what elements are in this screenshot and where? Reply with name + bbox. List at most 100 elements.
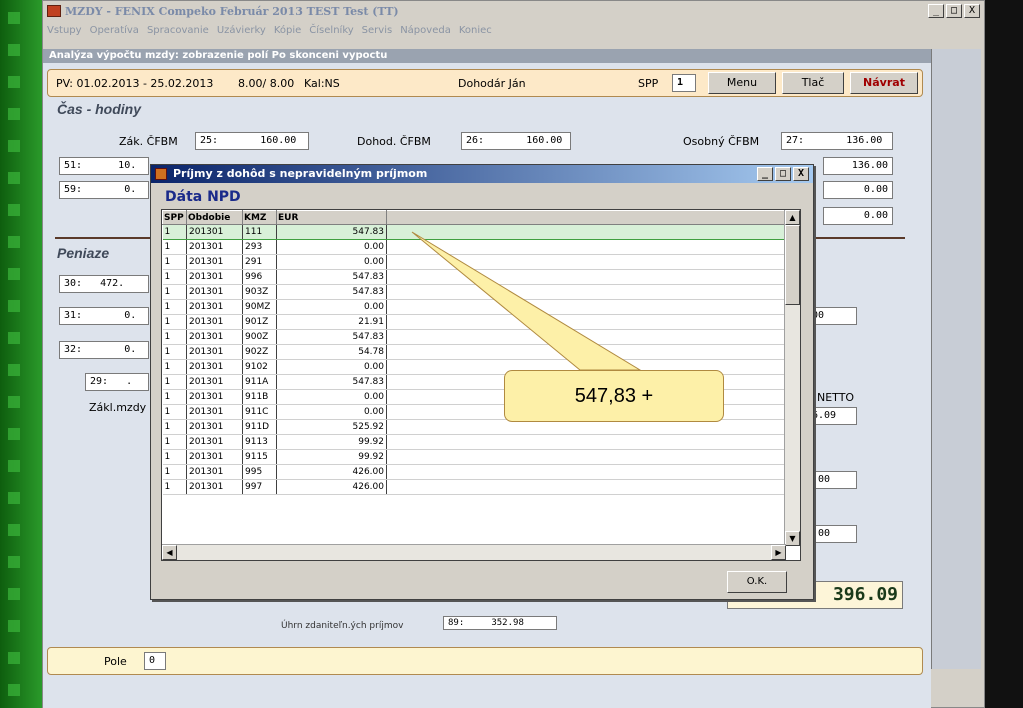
scroll-up-icon[interactable]: ▲ [785,210,800,225]
title-bar: MZDY - FENIX Compeko Február 2013 TEST T… [43,1,984,21]
col-empty [386,210,787,225]
col-spp[interactable]: SPP [162,210,187,225]
field-59[interactable]: 59: 0. [59,181,149,199]
menu-kopie[interactable]: Kópie [274,25,301,36]
minimize-button[interactable]: _ [928,4,944,18]
table-row[interactable]: 1 201301 997 426.00 [162,479,787,495]
zak-cfbm-label: Zák. ČFBM [119,135,178,148]
field-32[interactable]: 32: 0. [59,341,149,359]
decor-square [8,204,20,216]
dialog-close-button[interactable]: X [793,167,809,181]
netto-field[interactable]: 6.09 [807,407,857,425]
decor-square [8,556,20,568]
zak-cfbm-field[interactable]: 25: 160.00 [195,132,309,150]
scroll-thumb[interactable] [785,225,800,305]
cell-kmz: 901Z [242,314,277,330]
period-bar: PV: 01.02.2013 - 25.02.2013 8.00/ 8.00 K… [47,69,923,97]
cell-kmz: 911B [242,389,277,405]
cell-kmz: 995 [242,464,277,480]
menu-spracovanie[interactable]: Spracovanie [147,25,209,36]
field-row4-right[interactable]: 0.00 [823,207,893,225]
cell-kmz: 911A [242,374,277,390]
cell-spp: 1 [162,329,187,345]
menu-servis[interactable]: Servis [362,25,393,36]
scroll-left-icon[interactable]: ◀ [162,545,177,560]
pole-input[interactable]: 0 [144,652,166,670]
decor-square [8,140,20,152]
cell-spp: 1 [162,404,187,420]
return-button[interactable]: Návrat [850,72,918,94]
app-icon [47,5,61,17]
scroll-right-icon[interactable]: ▶ [771,545,786,560]
menu-uzavierky[interactable]: Uzávierky [217,25,266,36]
decor-square [8,620,20,632]
table-row[interactable]: 1 201301 9115 99.92 [162,449,787,465]
field-31[interactable]: 31: 0. [59,307,149,325]
cell-eur: 21.91 [276,314,387,330]
cell-empty [386,479,787,495]
scroll-down-icon[interactable]: ▼ [785,531,800,546]
spp-input[interactable]: 1 [672,74,696,92]
menu-bar: Vstupy Operatíva Spracovanie Uzávierky K… [43,21,984,39]
cell-spp: 1 [162,269,187,285]
ok-button[interactable]: O.K. [727,571,787,593]
horizontal-scrollbar[interactable]: ◀ ▶ [162,544,786,560]
field-row2-right[interactable]: 136.00 [823,157,893,175]
cell-kmz: 9102 [242,359,277,375]
cell-spp: 1 [162,254,187,270]
decor-square [8,12,20,24]
osobny-cfbm-field[interactable]: 27: 136.00 [781,132,893,150]
cell-eur: 0.00 [276,389,387,405]
cell-kmz: 996 [242,269,277,285]
menu-button[interactable]: Menu [708,72,776,94]
cell-obdobie: 201301 [186,314,243,330]
col-eur[interactable]: EUR [276,210,387,225]
field-30[interactable]: 30: 472. [59,275,149,293]
field-row3-right[interactable]: 0.00 [823,181,893,199]
print-button[interactable]: Tlač [782,72,844,94]
cell-eur: 0.00 [276,359,387,375]
cell-obdobie: 201301 [186,404,243,420]
subheader: Analýza výpočtu mzdy: zobrazenie polí Po… [43,49,931,63]
maximize-button[interactable]: □ [946,4,962,18]
kal-text: Kal:NS [304,77,340,90]
cell-spp: 1 [162,464,187,480]
col-kmz[interactable]: KMZ [242,210,277,225]
cell-eur: 525.92 [276,419,387,435]
field-51[interactable]: 51: 10. [59,157,149,175]
decor-square [8,588,20,600]
field-right-r1[interactable]: 00 [807,307,857,325]
cell-spp: 1 [162,449,187,465]
hidden-field-89[interactable]: 89: 352.98 [443,616,557,630]
callout-note: 547,83 + [504,370,724,422]
pole-label: Pole [104,655,127,668]
dialog-maximize-button[interactable]: □ [775,167,791,181]
col-obdobie[interactable]: Obdobie [186,210,243,225]
close-button[interactable]: X [964,4,980,18]
field-right-r2[interactable]: .00 [807,471,857,489]
dohod-cfbm-label: Dohod. ČFBM [357,135,431,148]
menu-vstupy[interactable]: Vstupy [47,25,82,36]
period-text: PV: 01.02.2013 - 25.02.2013 [56,77,214,90]
dialog-minimize-button[interactable]: _ [757,167,773,181]
field-right-r3[interactable]: .00 [807,525,857,543]
cell-eur: 0.00 [276,254,387,270]
table-row[interactable]: 1 201301 995 426.00 [162,464,787,480]
dohod-cfbm-field[interactable]: 26: 160.00 [461,132,571,150]
menu-ciselniky[interactable]: Číselníky [309,25,353,36]
cell-spp: 1 [162,344,187,360]
menu-koniec[interactable]: Koniec [459,25,492,36]
cell-kmz: 902Z [242,344,277,360]
table-row[interactable]: 1 201301 9113 99.92 [162,434,787,450]
spp-label: SPP [638,77,659,90]
netto-label: NETTO [817,391,855,404]
menu-operativa[interactable]: Operatíva [90,25,139,36]
cell-spp: 1 [162,284,187,300]
field-29[interactable]: 29: . [85,373,149,391]
hours-text: 8.00/ 8.00 [238,77,295,90]
vertical-scrollbar[interactable]: ▲ ▼ [784,210,800,546]
decor-square [8,236,20,248]
cell-kmz: 111 [242,224,277,240]
cell-spp: 1 [162,224,187,240]
menu-napoveda[interactable]: Nápoveda [400,25,451,36]
